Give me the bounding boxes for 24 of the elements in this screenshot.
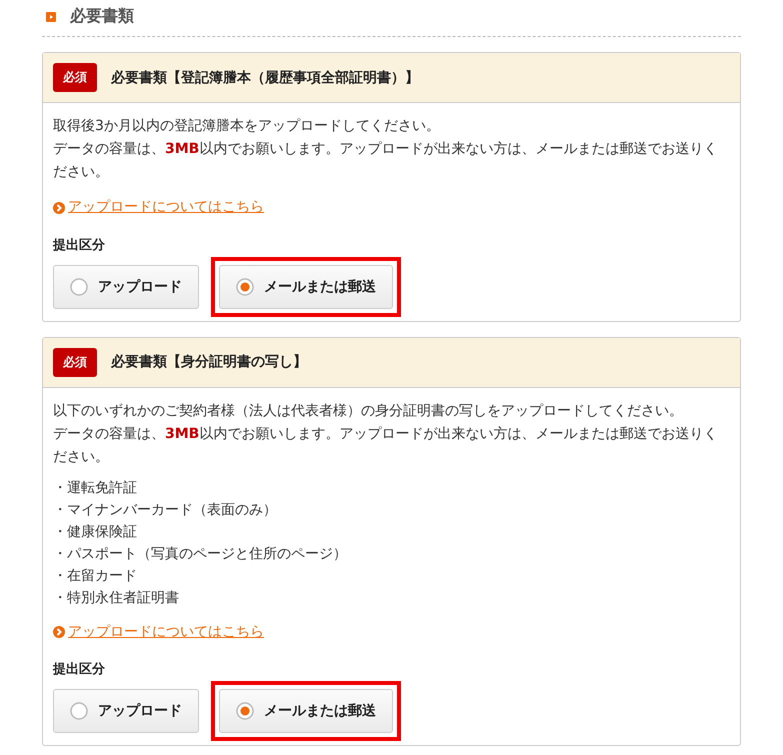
document-list-item: ・在留カード	[53, 566, 138, 586]
chevron-circle-icon	[53, 626, 65, 638]
description-text: 以下のいずれかのご契約者様（法人は代表者様）の身分証明書の写しをアップロードしてください。	[53, 402, 684, 420]
document-list-item: ・運転免許証	[53, 478, 138, 498]
radio-option[interactable]: アップロード	[53, 264, 199, 308]
document-list-item: ・健康保険証	[53, 522, 138, 542]
required-badge: 必須	[53, 63, 97, 92]
field-label: 提出区分	[53, 236, 106, 254]
required-badge: 必須	[53, 348, 97, 376]
radio-option[interactable]: メールまたは郵送	[219, 264, 393, 308]
field-label: 提出区分	[53, 661, 106, 679]
card-title: 必要書類【登記簿謄本（履歴事項全部証明書）】	[111, 68, 419, 86]
chevron-circle-icon	[53, 202, 65, 214]
document-list-item: ・特別永住者証明書	[53, 588, 180, 608]
description-text: 取得後3か月以内の登記簿謄本をアップロードしてください。	[53, 117, 441, 136]
description-text: データの容量は、3MB以内でお願いします。アップロードが出来ない方は、メールまたは郵送でお送りください。	[53, 140, 718, 182]
section-title: 必要書類	[70, 6, 134, 27]
document-list-item: ・パスポート（写真のページと住所のページ）	[53, 544, 348, 564]
radio-option[interactable]: アップロード	[53, 689, 199, 733]
document-list-item: ・マイナンバーカード（表面のみ）	[53, 500, 278, 520]
radio-option[interactable]: メールまたは郵送	[219, 689, 393, 733]
card-title: 必要書類【身分証明書の写し】	[111, 353, 307, 371]
description-text: データの容量は、3MB以内でお願いします。アップロードが出来ない方は、メールまたは郵送でお送りください。	[53, 424, 718, 466]
play-icon	[46, 12, 56, 22]
